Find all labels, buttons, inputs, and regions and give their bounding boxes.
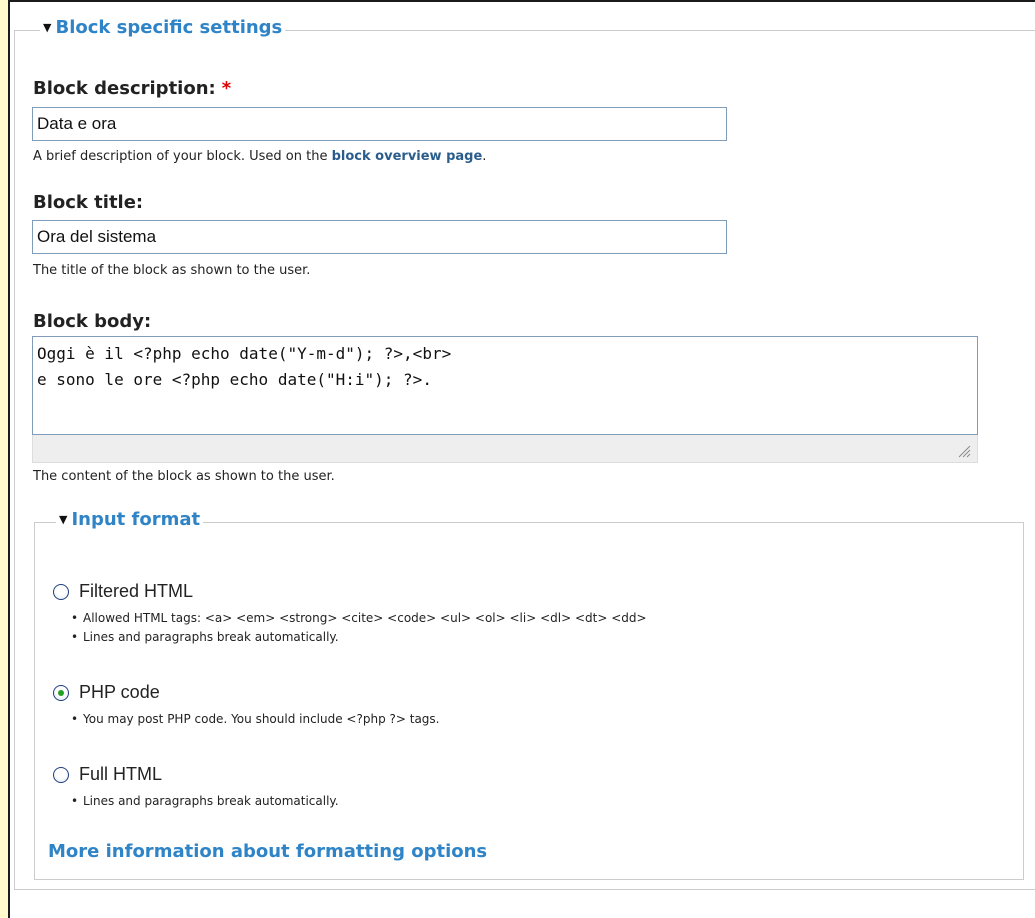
php-code-tips: You may post PHP code. You should includ… <box>71 710 439 729</box>
more-formatting-info-link[interactable]: More information about formatting option… <box>48 841 487 862</box>
block-title-label: Block title: <box>33 192 144 213</box>
block-body-help: The content of the block as shown to the… <box>33 469 335 484</box>
block-description-label: Block description: * <box>33 78 231 99</box>
block-overview-page-link[interactable]: block overview page <box>332 149 483 164</box>
block-body-textarea[interactable]: Oggi è il <?php echo date("Y-m-d"); ?>,<… <box>32 336 978 435</box>
block-title-help: The title of the block as shown to the u… <box>33 263 311 278</box>
textarea-resize-grippie[interactable] <box>32 435 978 463</box>
block-description-help: A brief description of your block. Used … <box>33 149 486 164</box>
radio-button-full-html[interactable] <box>53 766 69 783</box>
block-body-label: Block body: <box>33 311 152 332</box>
tip-item: Lines and paragraphs break automatically… <box>71 628 647 647</box>
collapse-arrow-icon: ▼ <box>43 21 52 34</box>
resize-handle-icon <box>958 445 971 458</box>
block-settings-legend-label: Block specific settings <box>55 17 283 38</box>
block-title-input[interactable]: Ora del sistema <box>32 220 727 254</box>
full-html-tips: Lines and paragraphs break automatically… <box>71 792 339 811</box>
tip-item: Lines and paragraphs break automatically… <box>71 792 339 811</box>
block-description-input[interactable]: Data e ora <box>32 107 727 141</box>
tip-item: Allowed HTML tags: <a> <em> <strong> <ci… <box>71 609 647 628</box>
radio-option-full-html[interactable]: Full HTML <box>53 764 162 785</box>
radio-button-filtered-html[interactable] <box>53 583 69 600</box>
tip-item: You may post PHP code. You should includ… <box>71 710 439 729</box>
radio-label-full-html: Full HTML <box>79 764 163 784</box>
block-description-help-suffix: . <box>482 149 487 164</box>
radio-option-php-code[interactable]: PHP code <box>53 682 160 703</box>
collapse-arrow-icon: ▼ <box>59 513 68 526</box>
input-format-legend[interactable]: ▼ Input format <box>56 509 204 530</box>
block-settings-legend[interactable]: ▼ Block specific settings <box>40 17 286 38</box>
radio-label-filtered-html: Filtered HTML <box>79 581 194 601</box>
filtered-html-tips: Allowed HTML tags: <a> <em> <strong> <ci… <box>71 609 647 647</box>
block-description-label-text: Block description: <box>33 78 216 99</box>
input-format-legend-label: Input format <box>71 509 201 530</box>
block-description-help-text: A brief description of your block. Used … <box>33 149 332 164</box>
radio-option-filtered-html[interactable]: Filtered HTML <box>53 581 193 602</box>
radio-button-php-code[interactable] <box>53 684 69 701</box>
input-format-fieldset <box>34 522 1024 880</box>
required-marker: * <box>221 78 232 99</box>
radio-label-php-code: PHP code <box>79 682 160 702</box>
